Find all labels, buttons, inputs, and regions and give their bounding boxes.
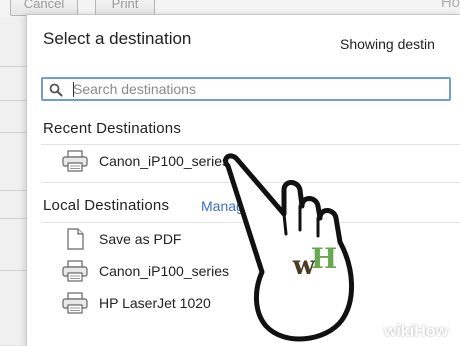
showing-destinations-text: Showing destin: [340, 36, 435, 52]
watermark-prefix: wiki: [383, 323, 415, 340]
divider: [0, 66, 26, 67]
svg-text:H: H: [311, 242, 337, 275]
destination-label: Canon_iP100_series: [99, 263, 229, 279]
watermark-suffix: How: [414, 323, 448, 340]
local-destinations-heading: Local Destinations: [43, 197, 170, 214]
divider: [0, 100, 26, 101]
printer-icon: [62, 150, 88, 172]
destination-label: Canon_iP100_series: [99, 153, 229, 169]
search-destinations-field[interactable]: [41, 77, 451, 101]
search-input[interactable]: [73, 80, 443, 98]
divider: [0, 218, 26, 219]
dialog-title: Select a destination: [43, 29, 192, 48]
recent-destinations-heading: Recent Destinations: [43, 120, 182, 137]
divider: [0, 132, 26, 133]
search-icon: [49, 83, 63, 97]
printer-icon: [62, 260, 88, 282]
printer-icon: [62, 292, 88, 314]
background-corner-text: Ho: [440, 0, 460, 11]
background-settings-panel: [0, 18, 26, 345]
divider: [41, 144, 460, 145]
pointing-hand-icon: w H: [223, 153, 354, 342]
destination-label: Save as PDF: [99, 231, 182, 247]
divider: [0, 270, 26, 271]
text-cursor: [73, 82, 74, 97]
wikihow-watermark: wikiHow: [384, 323, 448, 341]
document-icon: [67, 228, 84, 250]
divider: [0, 190, 26, 191]
destination-label: HP LaserJet 1020: [99, 295, 211, 311]
